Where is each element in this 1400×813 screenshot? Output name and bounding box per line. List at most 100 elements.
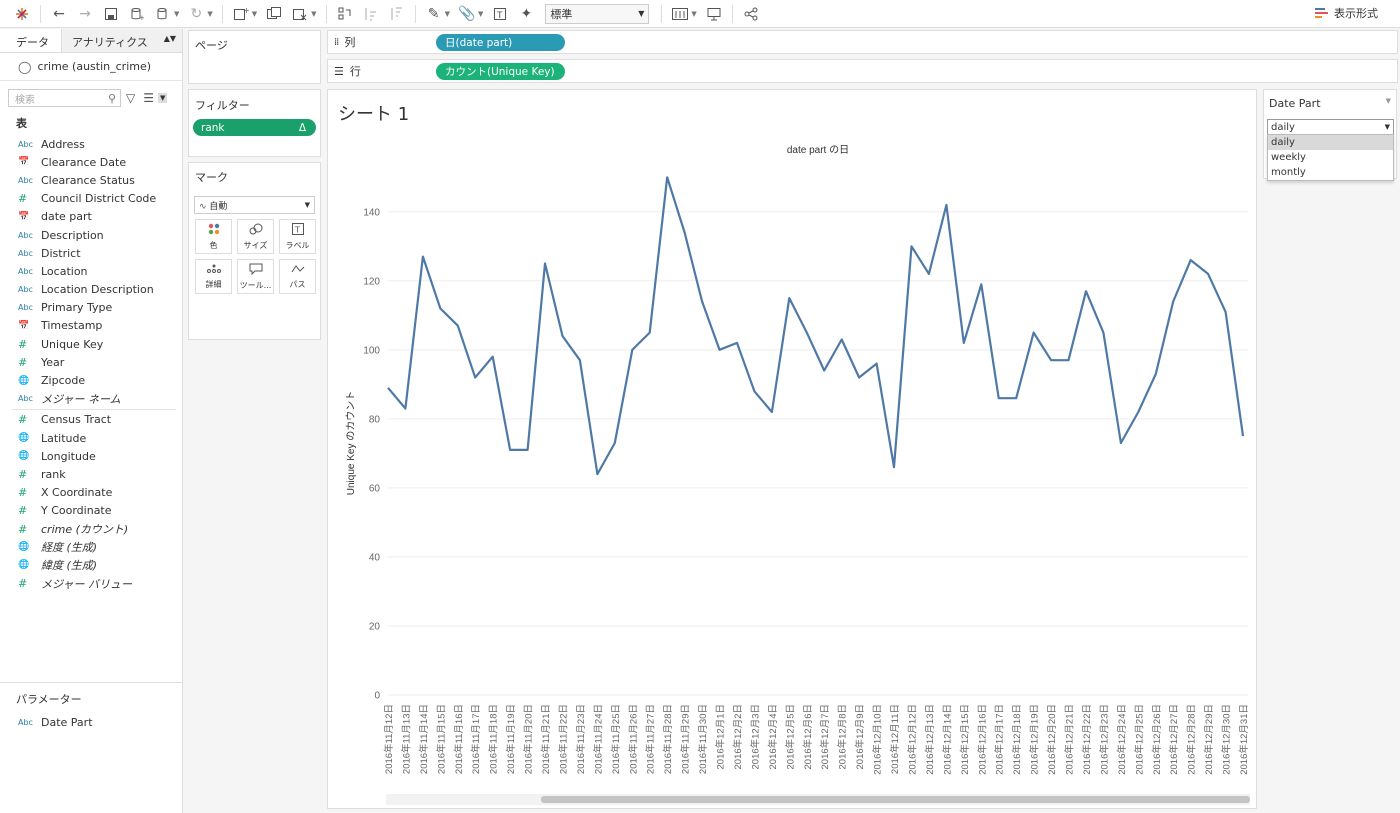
field-item[interactable]: 🌐 緯度 (生成) [0, 556, 182, 574]
datasource-row[interactable]: ◯ crime (austin_crime) [0, 53, 182, 81]
field-item[interactable]: # rank [0, 465, 182, 483]
search-input[interactable]: 検索 ⚲ [8, 89, 121, 107]
new-worksheet-icon[interactable]: + [231, 3, 251, 25]
group-members-icon[interactable]: 📎 [457, 3, 477, 25]
presentation-mode-icon[interactable] [704, 3, 724, 25]
collapse-icon[interactable]: ▲▼ [164, 34, 176, 52]
field-item[interactable]: Abc Primary Type [0, 299, 182, 317]
field-item[interactable]: # Y Coordinate [0, 502, 182, 520]
field-label: crime (カウント) [41, 523, 129, 537]
parameter-control-title: Date Part [1269, 97, 1321, 110]
y-tick-label: 100 [363, 345, 380, 356]
field-item[interactable]: Abc Clearance Status [0, 171, 182, 189]
worksheet-view: シート 1 date part の日 Unique Key のカウント 0 20 4… [327, 89, 1257, 809]
chevron-down-icon[interactable]: ▼ [207, 10, 212, 18]
tab-analytics[interactable]: アナリティクス ▲▼ [61, 29, 182, 52]
swap-rows-columns-icon[interactable] [335, 3, 355, 25]
rows-shelf-label: 行 [349, 65, 361, 78]
tab-analytics-label: アナリティクス [72, 36, 148, 49]
chevron-down-icon[interactable]: ▼ [174, 10, 179, 18]
field-item[interactable]: 🌐 Zipcode [0, 371, 182, 389]
line-chart[interactable]: date part の日 Unique Key のカウント 0 20 40 60 80 1… [328, 90, 1256, 808]
field-item[interactable]: Abc Address [0, 135, 182, 153]
field-item[interactable]: # crime (カウント) [0, 520, 182, 538]
refresh-icon[interactable]: ↻ [186, 3, 206, 25]
field-item[interactable]: 🌐 Latitude [0, 429, 182, 447]
pause-updates-icon[interactable] [153, 3, 173, 25]
view-list-icon[interactable]: ☰ [143, 91, 154, 105]
x-tick-label: 2016年12月5日 [784, 704, 796, 769]
share-icon[interactable] [741, 3, 761, 25]
x-tick-label: 2016年12月24日 [1116, 704, 1128, 775]
field-item[interactable]: # Year [0, 353, 182, 371]
field-item[interactable]: Abc District [0, 244, 182, 262]
parameter-option[interactable]: daily [1268, 135, 1393, 150]
field-item[interactable]: Abc Date Part [0, 713, 182, 731]
tableau-logo-icon[interactable] [12, 3, 32, 25]
columns-pill[interactable]: 日(date part) [436, 33, 565, 51]
save-icon[interactable] [101, 3, 121, 25]
redo-icon[interactable]: → [75, 3, 95, 25]
sort-ascending-icon[interactable] [361, 3, 381, 25]
field-item[interactable]: 📅 Timestamp [0, 317, 182, 335]
field-item[interactable]: 🌐 Longitude [0, 447, 182, 465]
mark-size-button[interactable]: サイズ [237, 219, 274, 254]
field-item[interactable]: # Unique Key [0, 335, 182, 353]
filter-icon[interactable]: ▽ [126, 91, 135, 105]
clear-sheet-icon[interactable] [290, 3, 310, 25]
chevron-down-icon[interactable]: ▼ [1386, 97, 1391, 110]
chevron-down-icon[interactable]: ▼ [158, 93, 168, 103]
field-label: rank [41, 467, 66, 481]
field-item[interactable]: Abc Location [0, 262, 182, 280]
columns-shelf[interactable]: ⁞⁞ 列 日(date part) [327, 30, 1398, 54]
field-item[interactable]: 📅 Clearance Date [0, 153, 182, 171]
x-tick-label: 2016年11月24日 [592, 704, 604, 774]
field-item[interactable]: Abc メジャー ネーム [0, 390, 182, 408]
field-item[interactable]: 🌐 経度 (生成) [0, 538, 182, 556]
chevron-down-icon[interactable]: ▼ [252, 10, 257, 18]
columns-shelf-label: 列 [344, 36, 356, 49]
mark-path-button[interactable]: パス [279, 259, 316, 294]
show-me-button[interactable]: 表示形式 [1315, 5, 1378, 21]
field-item[interactable]: # X Coordinate [0, 484, 182, 502]
chevron-down-icon[interactable]: ▼ [691, 10, 696, 18]
parameter-option[interactable]: weekly [1268, 150, 1393, 165]
show-cards-icon[interactable] [670, 3, 690, 25]
mark-color-button[interactable]: 色 [195, 219, 232, 254]
series-line[interactable] [387, 176, 1245, 476]
date-type-icon: 📅 [18, 320, 30, 331]
x-tick-label: 2016年12月31日 [1238, 704, 1250, 775]
mark-type-select[interactable]: ∿ 自動 ▼ [194, 196, 315, 214]
field-item[interactable]: # Census Tract [0, 411, 182, 429]
duplicate-sheet-icon[interactable] [264, 3, 284, 25]
undo-icon[interactable]: ← [49, 3, 69, 25]
field-item[interactable]: 📅 date part [0, 208, 182, 226]
horizontal-scrollbar-thumb[interactable] [541, 796, 1250, 803]
tab-data[interactable]: データ [0, 29, 61, 52]
parameter-select[interactable]: daily ▼ [1267, 119, 1394, 135]
mark-tooltip-button[interactable]: ツール... [237, 259, 274, 294]
field-item[interactable]: # Council District Code [0, 190, 182, 208]
new-datasource-icon[interactable]: + [127, 3, 147, 25]
field-item[interactable]: Abc Description [0, 226, 182, 244]
chevron-down-icon[interactable]: ▼ [311, 10, 316, 18]
chevron-down-icon[interactable]: ▼ [445, 10, 450, 18]
rows-shelf[interactable]: ☰ 行 カウント(Unique Key) [327, 59, 1398, 83]
x-tick-label: 2016年12月3日 [749, 704, 761, 769]
field-item[interactable]: # メジャー バリュー [0, 575, 182, 593]
highlight-icon[interactable]: ✎ [424, 3, 444, 25]
mark-label-button[interactable]: T ラベル [279, 219, 316, 254]
rows-pill[interactable]: カウント(Unique Key) [436, 62, 565, 80]
chevron-down-icon[interactable]: ▼ [478, 10, 483, 18]
number-type-icon: # [18, 467, 28, 481]
sort-descending-icon[interactable] [387, 3, 407, 25]
fit-select[interactable]: 標準 ▼ [545, 3, 650, 24]
show-mark-labels-icon[interactable]: T [490, 3, 510, 25]
rows-shelf-label-wrap: ☰ 行 [328, 63, 436, 79]
field-item[interactable]: Abc Location Description [0, 281, 182, 299]
mark-detail-button[interactable]: 詳細 [195, 259, 232, 294]
filter-pill-rank[interactable]: rank Δ [193, 119, 316, 136]
parameter-option[interactable]: montly [1268, 165, 1393, 180]
pin-axes-icon[interactable]: ✦ [516, 3, 536, 25]
y-tick-label: 20 [369, 621, 381, 632]
